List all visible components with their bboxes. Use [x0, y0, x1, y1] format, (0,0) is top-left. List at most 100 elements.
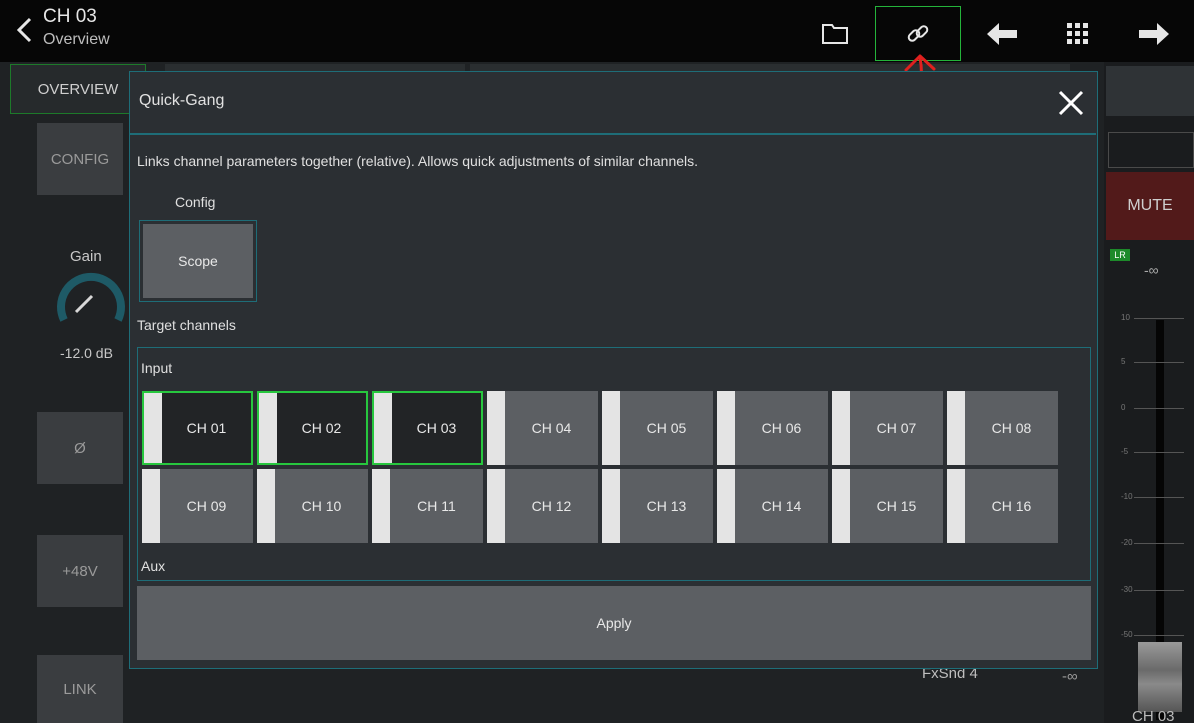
fader-scale-line — [1134, 452, 1184, 453]
channel-color-strip — [257, 469, 275, 543]
previous-channel-button[interactable] — [962, 6, 1042, 61]
channel-button-label: CH 16 — [991, 498, 1032, 514]
fader-scale-line — [1134, 543, 1184, 544]
channel-strip-header — [1106, 66, 1194, 116]
channel-button-label: CH 05 — [646, 420, 687, 436]
fader-scale-label: 0 — [1121, 403, 1126, 412]
config-section-label: Config — [175, 194, 216, 210]
channel-button-label: CH 07 — [876, 420, 917, 436]
scope-button-label: Scope — [143, 224, 253, 298]
target-channels-label: Target channels — [137, 317, 236, 333]
channel-color-strip — [602, 469, 620, 543]
channel-button-label: CH 11 — [417, 498, 456, 514]
channel-color-strip — [717, 391, 735, 465]
channel-button[interactable]: CH 14 — [717, 469, 828, 543]
fader-scale-label: -30 — [1121, 585, 1133, 594]
channel-grid: CH 01 CH 02 CH 03 CH 04 CH 05 CH 06 CH 07 CH 08… — [142, 391, 1058, 543]
next-channel-button[interactable] — [1114, 6, 1194, 61]
channel-color-strip — [142, 469, 160, 543]
channel-button[interactable]: CH 15 — [832, 469, 943, 543]
channel-button-label: CH 01 — [162, 393, 251, 463]
channel-button[interactable]: CH 03 — [372, 391, 483, 465]
fader-scale-label: -10 — [1121, 492, 1133, 501]
link-icon — [907, 24, 929, 42]
fader-scale-label: -50 — [1121, 630, 1133, 639]
fader-scale-label: 5 — [1121, 357, 1126, 366]
channel-button-label: CH 02 — [277, 393, 366, 463]
folder-button[interactable] — [800, 6, 870, 61]
channel-color-strip — [717, 469, 735, 543]
gain-value: -12.0 dB — [60, 345, 113, 361]
fader-scale-label: -20 — [1121, 538, 1133, 547]
channel-color-strip — [259, 393, 277, 463]
channel-color-strip — [947, 391, 965, 465]
channel-button[interactable]: CH 01 — [142, 391, 253, 465]
gain-label: Gain — [70, 248, 102, 265]
link-button[interactable]: LINK — [37, 655, 123, 723]
folder-icon — [822, 23, 848, 44]
channel-color-strip — [832, 391, 850, 465]
phase-button[interactable]: Ø — [37, 412, 123, 484]
channel-button[interactable]: CH 08 — [947, 391, 1058, 465]
channel-button[interactable]: CH 10 — [257, 469, 368, 543]
channel-button-label: CH 06 — [761, 420, 802, 436]
channel-button-label: CH 13 — [646, 498, 687, 514]
target-channels-panel: Input CH 01 CH 02 CH 03 CH 04 CH 05 CH 06 CH 0… — [137, 347, 1091, 581]
close-icon[interactable] — [1054, 86, 1088, 120]
channel-button-label: CH 08 — [991, 420, 1032, 436]
apply-button[interactable]: Apply — [137, 586, 1091, 660]
channel-button[interactable]: CH 13 — [602, 469, 713, 543]
phantom-power-button[interactable]: +48V — [37, 535, 123, 607]
channel-color-strip — [144, 393, 162, 463]
channel-button[interactable]: CH 11 — [372, 469, 483, 543]
channel-button[interactable]: CH 02 — [257, 391, 368, 465]
lr-tag: LR — [1110, 249, 1130, 261]
channel-button[interactable]: CH 04 — [487, 391, 598, 465]
channel-button[interactable]: CH 09 — [142, 469, 253, 543]
fader-scale-label: -5 — [1121, 447, 1129, 456]
channel-button-label: CH 15 — [876, 498, 917, 514]
channel-button[interactable]: CH 12 — [487, 469, 598, 543]
mute-button[interactable]: MUTE — [1106, 172, 1194, 240]
lr-value: -∞ — [1144, 262, 1159, 278]
channel-button-label: CH 10 — [301, 498, 342, 514]
channel-button[interactable]: CH 16 — [947, 469, 1058, 543]
quick-gang-dialog: Quick-Gang Links channel parameters toge… — [129, 71, 1098, 669]
page-title: CH 03 — [43, 6, 97, 27]
fader-scale-line — [1134, 590, 1184, 591]
channel-color-strip — [832, 469, 850, 543]
fader-scale-line — [1134, 635, 1184, 636]
fader-scale-label: 10 — [1121, 313, 1130, 322]
dialog-description: Links channel parameters together (relat… — [137, 153, 699, 169]
channel-button[interactable]: CH 07 — [832, 391, 943, 465]
channel-button[interactable]: CH 06 — [717, 391, 828, 465]
fader-handle[interactable] — [1138, 642, 1182, 712]
gain-knob[interactable] — [56, 270, 126, 330]
arrow-right-icon — [1139, 22, 1169, 45]
config-button[interactable]: CONFIG — [37, 123, 123, 195]
back-chevron-icon[interactable] — [14, 16, 36, 44]
grid-menu-button[interactable] — [1042, 6, 1114, 61]
channel-button-label: CH 09 — [186, 498, 227, 514]
channel-color-strip — [602, 391, 620, 465]
top-bar: CH 03 Overview — [0, 0, 1194, 62]
dialog-title: Quick-Gang — [139, 92, 225, 109]
fader-scale-line — [1134, 362, 1184, 363]
scope-button[interactable]: Scope — [139, 220, 257, 302]
tab-overview[interactable]: OVERVIEW — [10, 64, 146, 114]
grid-icon — [1067, 22, 1088, 44]
fader-scale-line — [1134, 497, 1184, 498]
channel-button-label: CH 12 — [531, 498, 572, 514]
channel-button-label: CH 14 — [761, 498, 802, 514]
page-subtitle: Overview — [43, 31, 110, 48]
dialog-divider — [130, 133, 1096, 135]
input-section-label: Input — [141, 360, 173, 376]
channel-button-label: CH 03 — [392, 393, 481, 463]
channel-color-strip — [374, 393, 392, 463]
channel-color-strip — [487, 469, 505, 543]
fx-send-value: -∞ — [1062, 668, 1078, 685]
channel-button[interactable]: CH 05 — [602, 391, 713, 465]
arrow-left-icon — [987, 22, 1017, 45]
channel-name-label: CH 03 — [1132, 708, 1175, 723]
channel-color-strip — [487, 391, 505, 465]
